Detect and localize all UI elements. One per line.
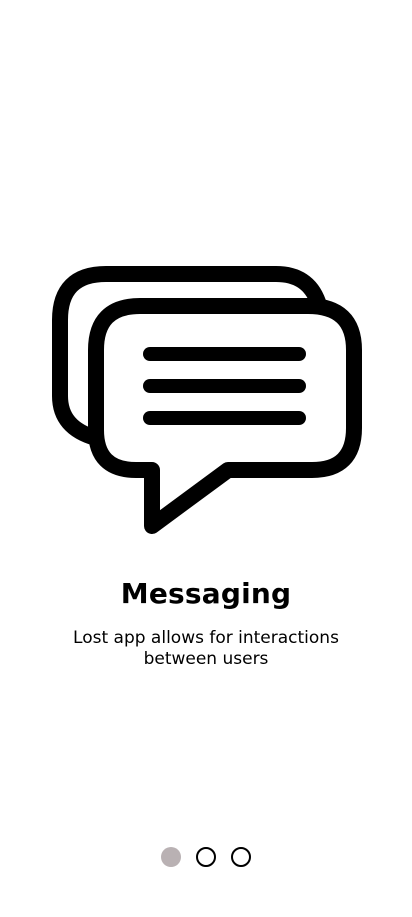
- chat-bubbles-icon: [50, 262, 364, 538]
- onboarding-screen: Messaging Lost app allows for interactio…: [0, 0, 412, 917]
- page-dot-1-active[interactable]: [161, 847, 181, 867]
- page-description: Lost app allows for interactions between…: [73, 628, 339, 669]
- page-dot-3[interactable]: [231, 847, 251, 867]
- page-indicator: [0, 846, 412, 868]
- page-dot-2[interactable]: [196, 847, 216, 867]
- page-title: Messaging: [120, 577, 292, 610]
